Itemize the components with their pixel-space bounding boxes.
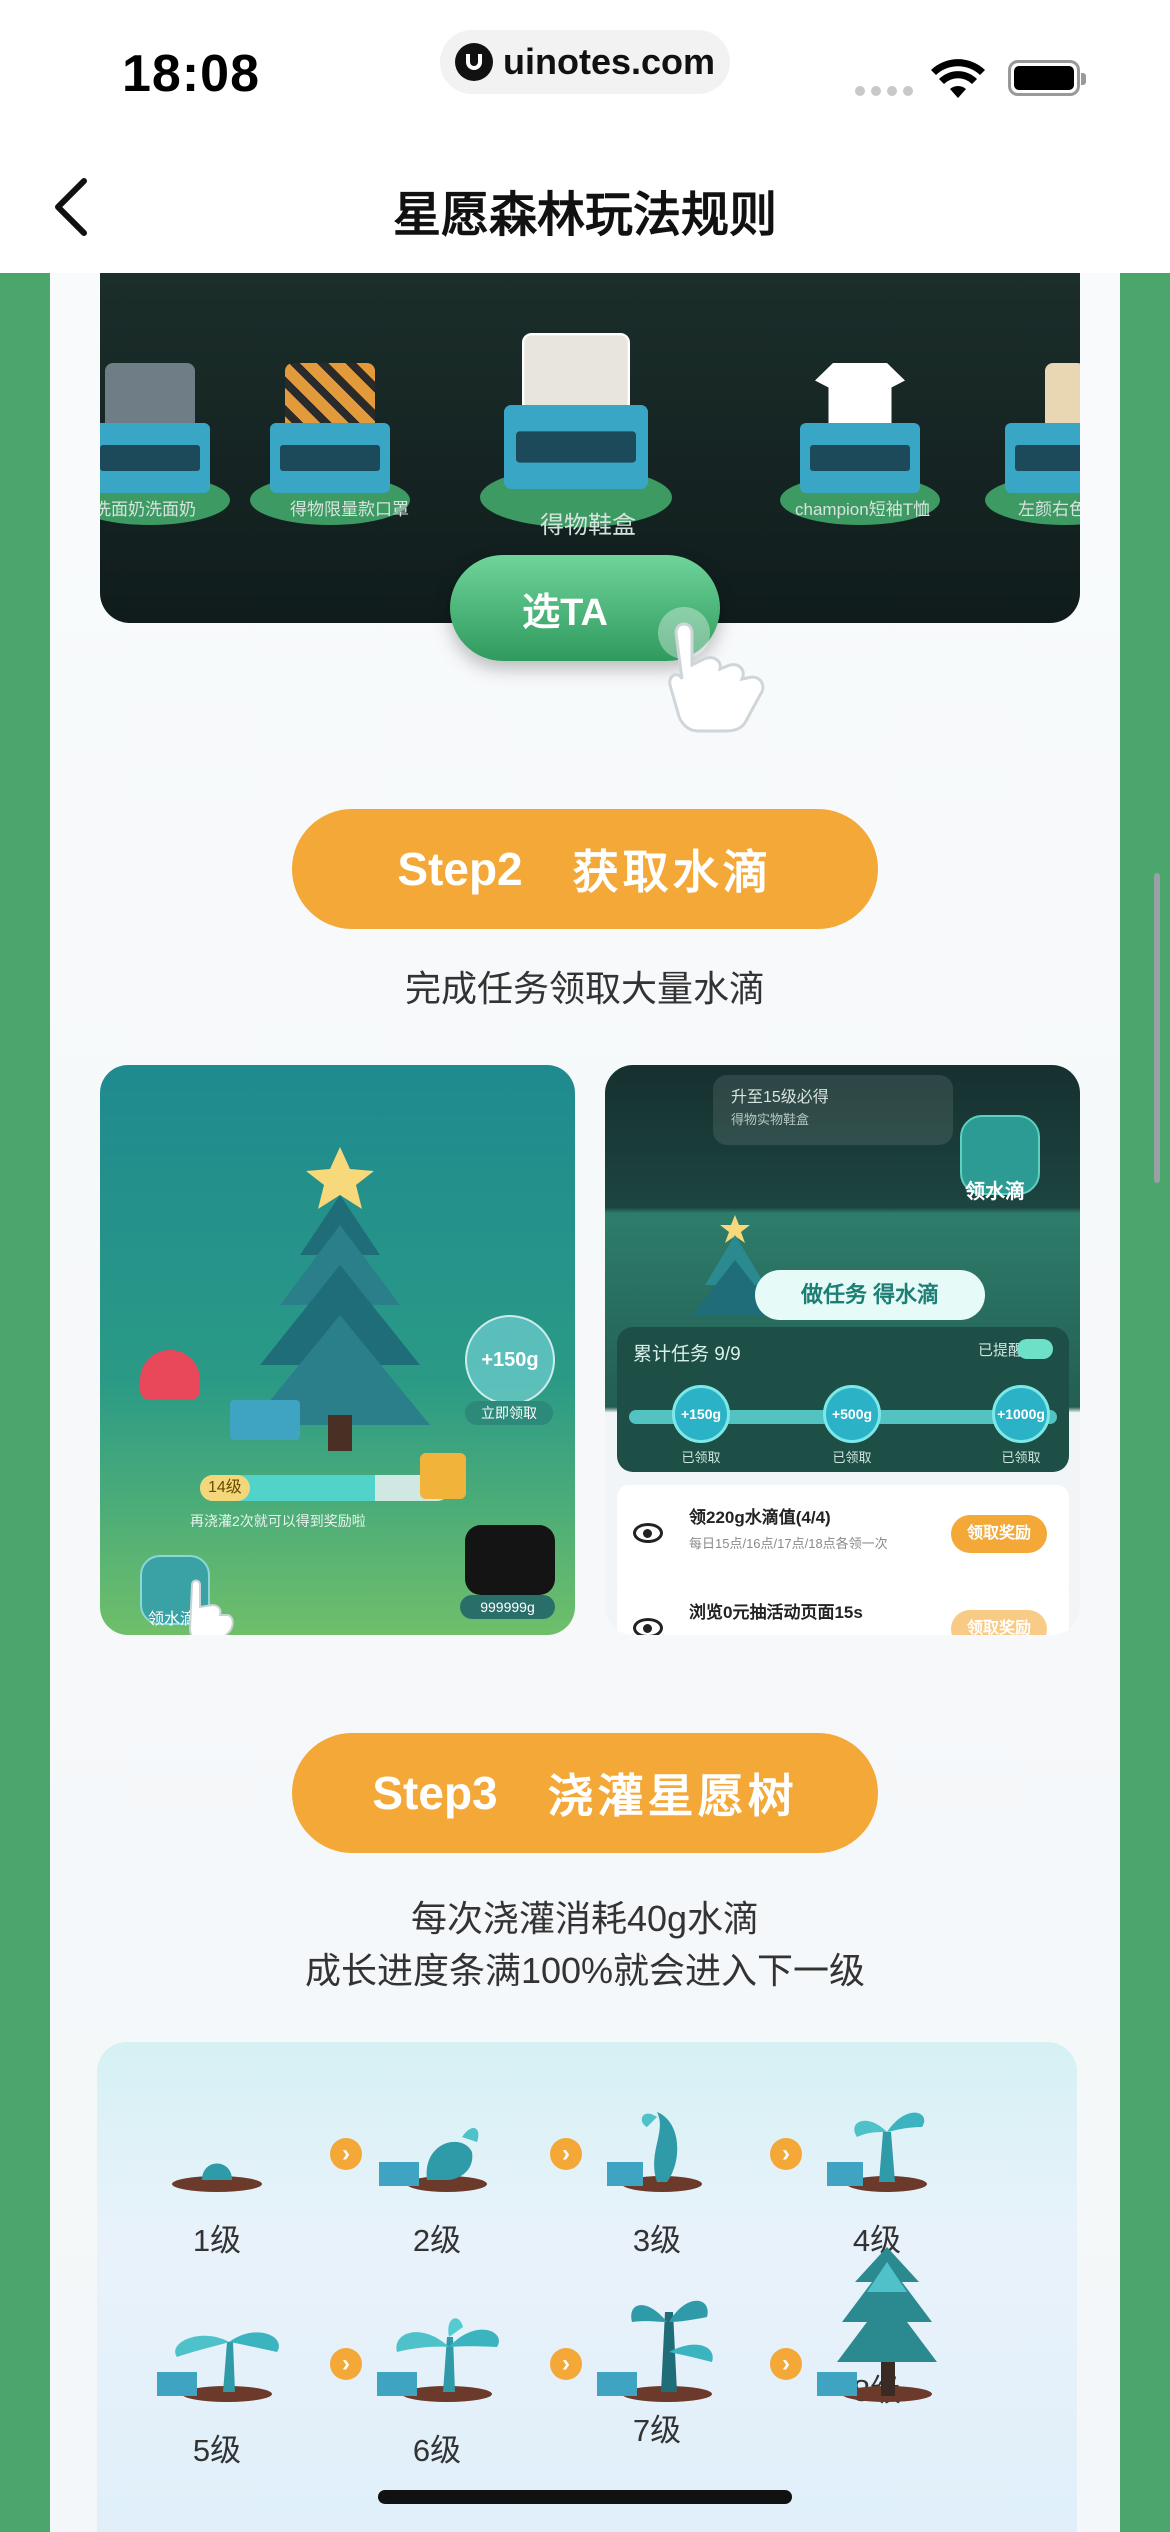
task-progress-panel: 累计任务 9/9 已提醒 +150g 已领取 +500g 已领取 +1000g … — [617, 1327, 1069, 1472]
step2-title: 获取水滴 — [572, 846, 773, 898]
step3-desc-line1: 每次浇灌消耗40g水滴 — [410, 1898, 760, 1939]
view-eye-icon — [633, 1523, 663, 1543]
task-row: 领220g水滴值(4/4) 每日15点/16点/17点/18点各领一次 领取奖励 — [617, 1485, 1069, 1595]
claim-reward-button[interactable]: 领取奖励 — [951, 1610, 1047, 1635]
battery-icon — [1008, 60, 1086, 96]
view-eye-icon — [633, 1618, 663, 1635]
sprout-icon — [827, 2112, 927, 2192]
task-title: 浏览0元抽活动页面15s — [689, 1603, 863, 1622]
task-title: 领220g水滴值(4/4) — [689, 1508, 831, 1527]
step2-number: Step2 — [397, 843, 523, 895]
step3-pill: Step3 浇灌星愿树 — [292, 1733, 878, 1853]
task-subtitle: 每日15点/16点/17点/18点各领一次 — [689, 1536, 888, 1551]
pointer-hand-icon — [658, 607, 765, 733]
milestone-node[interactable]: +500g — [823, 1385, 881, 1443]
task-panel-title: 做任务 得水滴 — [755, 1270, 985, 1320]
level-item: 3级 — [587, 2092, 727, 2260]
url-text: uinotes.com — [502, 41, 716, 82]
pointer-hand-icon — [188, 1579, 234, 1635]
sapling-icon — [157, 2332, 279, 2402]
arrow-right-icon: › — [330, 2138, 362, 2170]
level-tag: 14级 — [200, 1475, 250, 1501]
tree-icon — [817, 2247, 937, 2402]
reminder-toggle[interactable] — [1017, 1339, 1053, 1359]
nav-bar: 星愿森林玩法规则 — [0, 135, 1170, 273]
scrollbar[interactable] — [1154, 873, 1160, 1183]
product-label: 左颜右色 — [1018, 500, 1080, 519]
product-label: 洗面奶洗面奶 — [100, 500, 196, 519]
milestone-status: 已领取 — [832, 1450, 872, 1465]
mascot-image — [140, 1350, 200, 1400]
reward-gift-icon — [420, 1453, 466, 1499]
task-row: 浏览0元抽活动页面15s 领取奖励 — [617, 1580, 1069, 1635]
level-item: 2级 — [367, 2092, 507, 2260]
wifi-icon — [931, 59, 985, 98]
page-title: 星愿森林玩法规则 — [392, 189, 777, 242]
level-item: 7级 — [587, 2282, 727, 2450]
product-label: 得物限量款口罩 — [290, 500, 409, 519]
sapling-icon — [377, 2318, 499, 2402]
arrow-right-icon: › — [770, 2348, 802, 2380]
url-pill[interactable]: uinotes.com — [440, 30, 730, 94]
arrow-right-icon: › — [770, 2138, 802, 2170]
claim-now-button[interactable]: 立即领取 — [465, 1401, 553, 1425]
gift-box-image — [230, 1400, 300, 1440]
step3-title: 浇灌星愿树 — [547, 1770, 798, 1822]
status-time: 18:08 — [122, 45, 260, 103]
level-item: 4级 — [807, 2092, 947, 2260]
step3-description: 每次浇灌消耗40g水滴 成长进度条满100%就会进入下一级 — [50, 1893, 1120, 1997]
arrow-right-icon: › — [550, 2138, 582, 2170]
step3-number: Step3 — [372, 1767, 498, 1819]
level-item: 1级 — [147, 2092, 287, 2260]
levels-panel: 1级 › 2级 › 3级 › 4级 5级 › 6级 › 7级 › — [97, 2042, 1077, 2532]
home-indicator[interactable] — [378, 2490, 792, 2504]
arrow-right-icon: › — [330, 2348, 362, 2380]
step2-description: 完成任务领取大量水滴 — [404, 968, 765, 1009]
get-water-label: 领水滴 — [965, 1181, 1025, 1203]
step2-pill: Step2 获取水滴 — [292, 809, 878, 929]
step3-desc-line2: 成长进度条满100%就会进入下一级 — [304, 1950, 866, 1991]
product-label: champion短袖T恤 — [795, 500, 931, 519]
claim-reward-button[interactable]: 领取奖励 — [951, 1515, 1047, 1553]
arrow-right-icon: › — [550, 2348, 582, 2380]
milestone-status: 已领取 — [681, 1450, 721, 1465]
milestone-node[interactable]: +150g — [672, 1385, 730, 1443]
sprout-icon — [379, 2127, 487, 2192]
water-counter: 999999g — [460, 1595, 555, 1619]
signal-icon — [855, 86, 913, 96]
water-game-screenshot: +150g 立即领取 14级 再浇灌2次就可以得到奖励啦 999999g 领水滴 — [100, 1065, 575, 1635]
milestone-status: 已领取 — [1001, 1450, 1041, 1465]
level-item: 5级 — [147, 2302, 287, 2470]
watering-can-icon[interactable] — [465, 1525, 555, 1595]
seed-sprout-icon — [172, 2163, 262, 2192]
product-label: 得物鞋盒 — [540, 512, 636, 539]
site-logo-icon — [454, 43, 493, 81]
status-bar: 18:08 uinotes.com — [0, 0, 1170, 135]
water-bubble[interactable]: +150g — [465, 1315, 555, 1405]
level-reward-banner: 升至15级必得 得物实物鞋盒 — [713, 1075, 953, 1145]
task-list-screenshot: 升至15级必得 得物实物鞋盒 领水滴 做任务 得水滴 累计任务 9/9 已提醒 … — [605, 1065, 1080, 1635]
level-tip: 再浇灌2次就可以得到奖励啦 — [190, 1513, 366, 1529]
level-item: 6级 — [367, 2302, 507, 2470]
milestone-node[interactable]: +1000g — [992, 1385, 1050, 1443]
level-item: 8级 — [807, 2242, 947, 2410]
young-tree-icon — [597, 2300, 713, 2402]
sprout-icon — [607, 2112, 702, 2192]
task-progress-label: 累计任务 9/9 — [633, 1344, 741, 1365]
